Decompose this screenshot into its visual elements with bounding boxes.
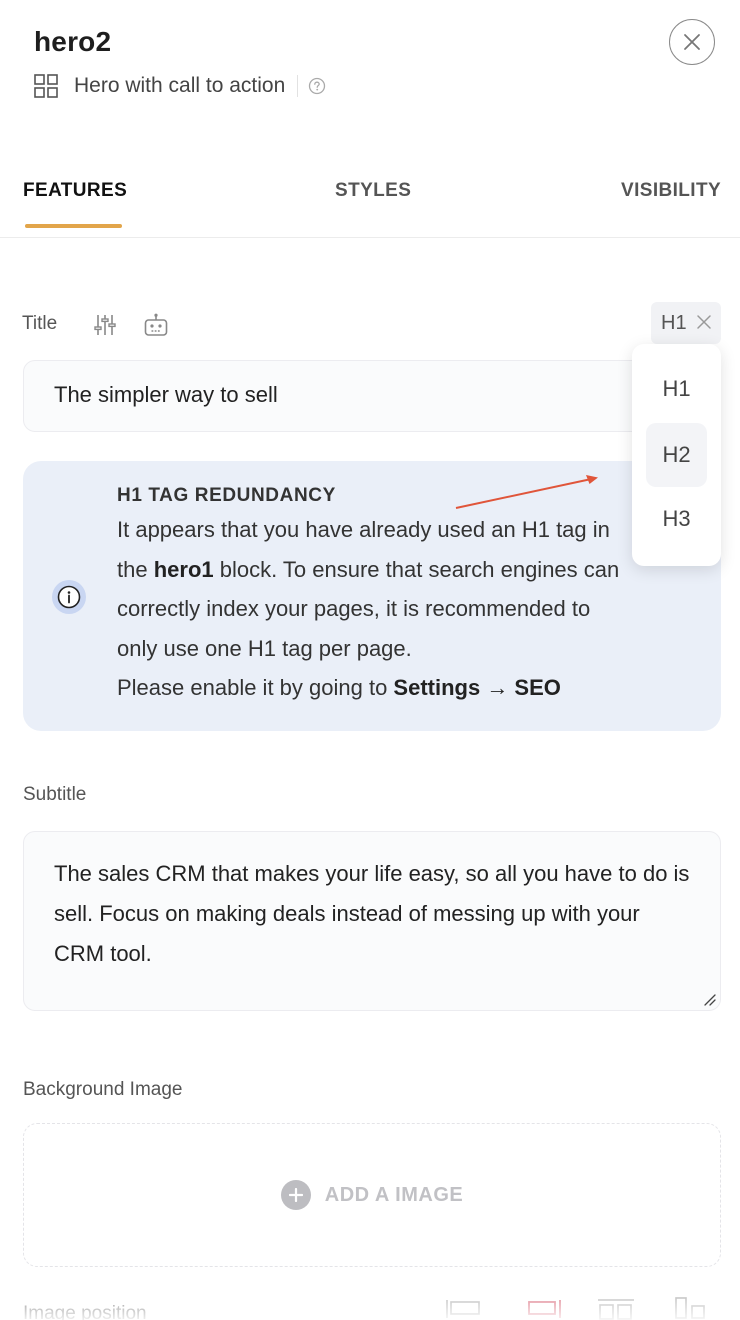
subtitle-text: The sales CRM that makes your life easy,… [54,861,690,966]
tab-visibility[interactable]: VISIBILITY [621,180,721,202]
title-input[interactable]: The simpler way to sell [23,360,721,432]
subtitle-label: Subtitle [23,784,87,805]
image-position-label: Image position [23,1303,147,1320]
alert-text: block. To ensure that search engines can [213,556,620,582]
clear-icon[interactable] [696,314,712,330]
block-type-row: Hero with call to action [34,72,326,100]
dropdown-option-h2[interactable]: H2 [646,423,707,487]
alert-line: correctly index your pages, it is recomm… [117,596,591,622]
robot-icon[interactable] [143,312,169,338]
resize-handle-icon[interactable] [702,992,716,1006]
alert-text: Please enable it by going to [117,675,394,701]
alert-title: H1 TAG REDUNDANCY [117,485,336,506]
block-title: hero2 [34,26,112,57]
alert-line: only use one H1 tag per page. [117,635,412,661]
sliders-icon[interactable] [92,312,118,338]
tab-styles[interactable]: STYLES [335,180,411,202]
position-left-icon[interactable] [444,1296,484,1320]
plus-icon [280,1180,311,1210]
block-header: hero2 Hero with call to action [0,0,740,140]
block-type-label: Hero with call to action [74,74,286,97]
position-top-icon[interactable] [596,1296,636,1320]
close-icon [684,34,700,50]
tab-features[interactable]: FEATURES [23,180,127,202]
dropdown-option-h1[interactable]: H1 [646,357,707,421]
add-image-dropzone[interactable]: ADD A IMAGE [23,1123,721,1267]
alert-text: the [117,556,154,582]
heading-level-value: H1 [661,311,687,334]
title-label: Title [22,313,58,334]
divider [297,75,299,97]
settings-path: Settings → SEO [393,675,561,701]
background-image-label: Background Image [23,1079,183,1100]
heading-level-dropdown: H1 H2 H3 [632,344,721,566]
active-tab-indicator [25,224,122,228]
alert-line: It appears that you have already used an… [117,517,610,542]
title-field-header: Title [22,304,722,344]
help-icon[interactable] [308,77,326,95]
tab-bar: FEATURES STYLES VISIBILITY [0,160,740,238]
position-right-icon[interactable] [526,1296,566,1320]
close-button[interactable] [669,19,715,65]
alert-message: It appears that you have already used an… [117,510,707,708]
grid-icon [34,74,58,98]
block-reference: hero1 [153,556,214,582]
dropdown-option-h3[interactable]: H3 [646,487,707,551]
h1-redundancy-alert: H1 TAG REDUNDANCY It appears that you ha… [23,461,721,731]
heading-level-select[interactable]: H1 [651,302,721,344]
subtitle-textarea[interactable]: The sales CRM that makes your life easy,… [23,831,721,1011]
alert-line: Please enable it by going to Settings → … [117,668,707,708]
position-bottom-icon[interactable] [672,1296,712,1320]
alert-line: the hero1 block. To ensure that search e… [117,550,707,590]
info-icon [52,580,86,614]
add-image-label: ADD A IMAGE [324,1183,464,1206]
